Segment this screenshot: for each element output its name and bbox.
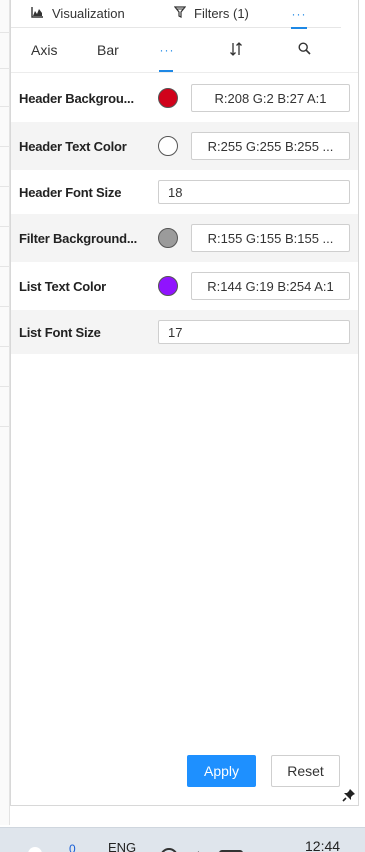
taskbar-app-icon[interactable] xyxy=(28,847,42,852)
more-icon: ··· xyxy=(291,6,307,21)
page: Visualization Filters (1) ··· Axis Bar ·… xyxy=(0,0,365,852)
sub-tab-bar: Axis Bar ··· xyxy=(11,28,358,72)
font-size-input[interactable]: 17 xyxy=(158,320,350,344)
tab-visualization-label: Visualization xyxy=(52,6,125,21)
sort-icon xyxy=(229,41,243,60)
apply-button[interactable]: Apply xyxy=(187,755,256,787)
color-value-field[interactable]: R:255 G:255 B:255 ... xyxy=(191,132,350,160)
tab-more-properties[interactable]: ··· xyxy=(159,28,175,72)
color-swatch[interactable] xyxy=(158,276,178,296)
reset-button[interactable]: Reset xyxy=(271,755,340,787)
property-label: Filter Background... xyxy=(19,230,138,246)
tab-bar[interactable]: Bar xyxy=(97,28,119,72)
top-tab-bar: Visualization Filters (1) ··· xyxy=(11,0,341,29)
property-label: List Font Size xyxy=(19,324,101,340)
volume-icon[interactable]: ◢ xyxy=(188,847,199,852)
tab-filters-label: Filters (1) xyxy=(194,6,249,21)
property-label: Header Text Color xyxy=(19,138,127,154)
property-row-filter-background: Filter Background... R:155 G:155 B:155 .… xyxy=(11,214,358,262)
funnel-icon xyxy=(173,6,187,21)
tab-visualization[interactable]: Visualization xyxy=(31,0,125,28)
search-icon xyxy=(297,42,311,58)
property-row-list-text-color: List Text Color R:144 G:19 B:254 A:1 xyxy=(11,262,358,310)
color-value-field[interactable]: R:155 G:155 B:155 ... xyxy=(191,224,350,252)
property-label: Header Backgrou... xyxy=(19,90,134,106)
chart-area-icon xyxy=(31,6,44,21)
pin-icon[interactable] xyxy=(342,788,356,802)
property-label: Header Font Size xyxy=(19,184,122,200)
property-row-header-font-size: Header Font Size 18 xyxy=(11,170,358,214)
property-row-header-text-color: Header Text Color R:255 G:255 B:255 ... xyxy=(11,122,358,170)
property-row-list-font-size: List Font Size 17 xyxy=(11,310,358,354)
tab-axis[interactable]: Axis xyxy=(31,28,57,72)
language-indicator[interactable]: ENG xyxy=(108,840,136,852)
background-app-edge xyxy=(0,0,10,825)
wifi-icon[interactable] xyxy=(160,848,178,852)
sort-button[interactable] xyxy=(226,28,246,72)
divider xyxy=(11,72,358,73)
color-swatch[interactable] xyxy=(158,136,178,156)
property-row-header-background: Header Backgrou... R:208 G:2 B:27 A:1 xyxy=(11,74,358,122)
color-value-field[interactable]: R:208 G:2 B:27 A:1 xyxy=(191,84,350,112)
tab-filters[interactable]: Filters (1) xyxy=(173,0,249,28)
taskbar: 0 ENG ◢ 12:44 xyxy=(0,827,365,852)
clock[interactable]: 12:44 xyxy=(305,838,340,852)
property-list: Header Backgrou... R:208 G:2 B:27 A:1 He… xyxy=(11,74,358,354)
color-swatch[interactable] xyxy=(158,228,178,248)
more-icon: ··· xyxy=(159,43,175,57)
color-value-field[interactable]: R:144 G:19 B:254 A:1 xyxy=(191,272,350,300)
search-button[interactable] xyxy=(296,28,312,72)
property-label: List Text Color xyxy=(19,278,107,294)
notification-count: 0 xyxy=(69,842,76,852)
color-swatch[interactable] xyxy=(158,88,178,108)
tab-more[interactable]: ··· xyxy=(291,0,307,29)
properties-panel: Visualization Filters (1) ··· Axis Bar ·… xyxy=(10,0,359,806)
font-size-input[interactable]: 18 xyxy=(158,180,350,204)
